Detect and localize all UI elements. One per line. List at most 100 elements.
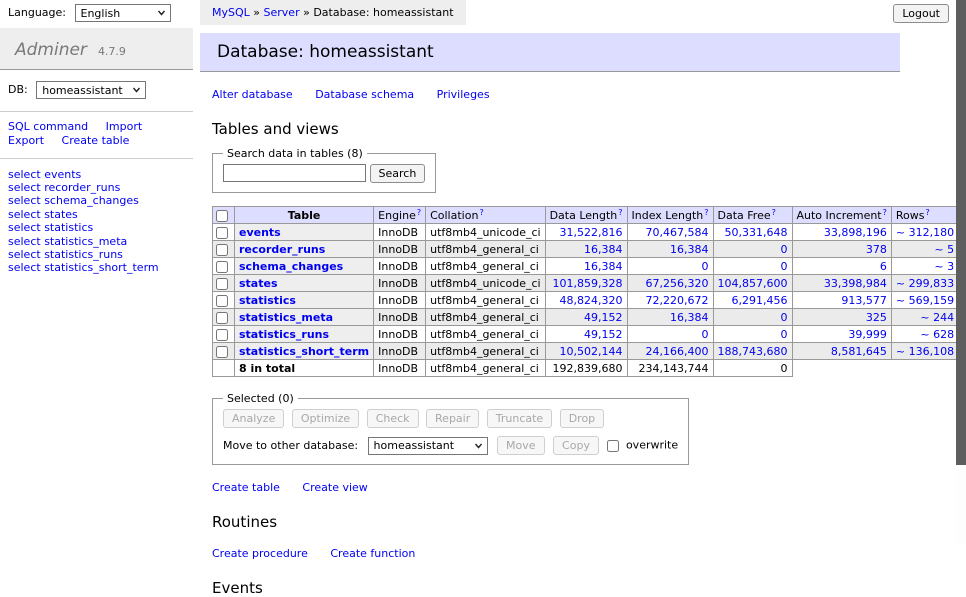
index-length-link[interactable]: 16,384	[670, 311, 709, 324]
data-length-link[interactable]: 101,859,328	[553, 277, 623, 290]
select-link[interactable]: select	[8, 235, 41, 248]
overwrite-checkbox[interactable]	[607, 440, 619, 452]
create-table-link[interactable]: Create table	[212, 481, 280, 494]
logout-button[interactable]: Logout	[893, 4, 949, 23]
auto-increment-link[interactable]: 39,999	[848, 328, 887, 341]
select-link[interactable]: select	[8, 221, 41, 234]
rows-link[interactable]: ~ 569,159	[896, 294, 954, 307]
table-name-link[interactable]: schema_changes	[239, 260, 343, 273]
data-free-link[interactable]: 0	[781, 243, 788, 256]
row-checkbox-statistics[interactable]	[216, 295, 228, 307]
data-length-link[interactable]: 10,502,144	[560, 345, 623, 358]
data-free-link[interactable]: 50,331,648	[725, 226, 788, 239]
breadcrumb-link-server[interactable]: Server	[264, 6, 300, 19]
rows-link[interactable]: ~ 628	[920, 328, 954, 341]
row-checkbox-events[interactable]	[216, 227, 228, 239]
index-length-link[interactable]: 24,166,400	[646, 345, 709, 358]
row-checkbox-statistics-meta[interactable]	[216, 312, 228, 324]
auto-increment-link[interactable]: 8,581,645	[831, 345, 887, 358]
sidebar-link-import[interactable]: Import	[106, 120, 143, 133]
db-select[interactable]: homeassistant	[36, 81, 146, 99]
data-free-link[interactable]: 188,743,680	[718, 345, 788, 358]
sidebar-link-create-table[interactable]: Create table	[62, 134, 130, 147]
table-name-link[interactable]: statistics_runs	[239, 328, 329, 341]
table-name-link[interactable]: statistics_short_term	[239, 345, 369, 358]
table-link-events[interactable]: events	[44, 168, 81, 181]
data-free-link[interactable]: 0	[781, 311, 788, 324]
select-link[interactable]: select	[8, 261, 41, 274]
data-free-link[interactable]: 0	[781, 328, 788, 341]
data-length-link[interactable]: 48,824,320	[560, 294, 623, 307]
select-link[interactable]: select	[8, 168, 41, 181]
auto-increment-link[interactable]: 913,577	[841, 294, 887, 307]
data-length-link[interactable]: 16,384	[584, 260, 623, 273]
rows-link[interactable]: ~ 244	[920, 311, 954, 324]
auto-increment-link[interactable]: 378	[866, 243, 887, 256]
rows-link[interactable]: ~ 3	[934, 260, 954, 273]
rows-link[interactable]: ~ 299,833	[896, 277, 954, 290]
index-length-link[interactable]: 0	[702, 260, 709, 273]
column-help-link[interactable]: ?	[925, 208, 929, 217]
language-select[interactable]: English	[75, 4, 171, 22]
column-help-link[interactable]: ?	[772, 208, 776, 217]
index-length-link[interactable]: 16,384	[670, 243, 709, 256]
table-link-states[interactable]: states	[44, 208, 78, 221]
auto-increment-link[interactable]: 33,398,984	[824, 277, 887, 290]
table-link-statistics-runs[interactable]: statistics_runs	[44, 248, 123, 261]
create-view-link[interactable]: Create view	[302, 481, 367, 494]
table-link-statistics[interactable]: statistics	[44, 221, 93, 234]
data-free-link[interactable]: 104,857,600	[718, 277, 788, 290]
column-help-link[interactable]: ?	[704, 208, 708, 217]
table-name-link[interactable]: events	[239, 226, 281, 239]
move-db-select[interactable]: homeassistant	[368, 437, 488, 455]
row-checkbox-statistics-short-term[interactable]	[216, 346, 228, 358]
database-schema-link[interactable]: Database schema	[315, 88, 414, 101]
breadcrumb-link-mysql[interactable]: MySQL	[212, 6, 250, 19]
rows-link[interactable]: ~ 5	[934, 243, 954, 256]
index-length-link[interactable]: 72,220,672	[646, 294, 709, 307]
column-help-link[interactable]: ?	[479, 208, 483, 217]
auto-increment-link[interactable]: 6	[880, 260, 887, 273]
data-length-link[interactable]: 49,152	[584, 311, 623, 324]
search-button[interactable]: Search	[370, 164, 426, 183]
table-name-link[interactable]: recorder_runs	[239, 243, 325, 256]
sidebar-link-sql-command[interactable]: SQL command	[8, 120, 88, 133]
select-link[interactable]: select	[8, 208, 41, 221]
privileges-link[interactable]: Privileges	[437, 88, 490, 101]
column-help-link[interactable]: ?	[417, 208, 421, 217]
create-procedure-link[interactable]: Create procedure	[212, 547, 308, 560]
scrollbar-thumb[interactable]	[956, 0, 966, 465]
alter-database-link[interactable]: Alter database	[212, 88, 293, 101]
data-free-link[interactable]: 6,291,456	[732, 294, 788, 307]
column-help-link[interactable]: ?	[883, 208, 887, 217]
search-input[interactable]	[223, 164, 366, 182]
row-checkbox-schema-changes[interactable]	[216, 261, 228, 273]
data-length-link[interactable]: 31,522,816	[560, 226, 623, 239]
table-link-statistics-meta[interactable]: statistics_meta	[44, 235, 127, 248]
select-link[interactable]: select	[8, 194, 41, 207]
rows-link[interactable]: ~ 312,180	[896, 226, 954, 239]
select-link[interactable]: select	[8, 181, 41, 194]
rows-link[interactable]: ~ 136,108	[896, 345, 954, 358]
row-checkbox-states[interactable]	[216, 278, 228, 290]
row-checkbox-recorder-runs[interactable]	[216, 244, 228, 256]
index-length-link[interactable]: 0	[702, 328, 709, 341]
table-link-recorder-runs[interactable]: recorder_runs	[44, 181, 120, 194]
table-link-schema-changes[interactable]: schema_changes	[44, 194, 139, 207]
table-name-link[interactable]: states	[239, 277, 278, 290]
row-checkbox-statistics-runs[interactable]	[216, 329, 228, 341]
auto-increment-link[interactable]: 33,898,196	[824, 226, 887, 239]
column-help-link[interactable]: ?	[618, 208, 622, 217]
index-length-link[interactable]: 67,256,320	[646, 277, 709, 290]
select-all-checkbox[interactable]	[216, 210, 228, 222]
create-function-link[interactable]: Create function	[330, 547, 415, 560]
data-length-link[interactable]: 49,152	[584, 328, 623, 341]
data-length-link[interactable]: 16,384	[584, 243, 623, 256]
auto-increment-link[interactable]: 325	[866, 311, 887, 324]
table-link-statistics-short-term[interactable]: statistics_short_term	[44, 261, 158, 274]
select-link[interactable]: select	[8, 248, 41, 261]
sidebar-link-export[interactable]: Export	[8, 134, 44, 147]
table-name-link[interactable]: statistics	[239, 294, 296, 307]
vertical-scrollbar[interactable]	[956, 0, 966, 543]
table-name-link[interactable]: statistics_meta	[239, 311, 333, 324]
